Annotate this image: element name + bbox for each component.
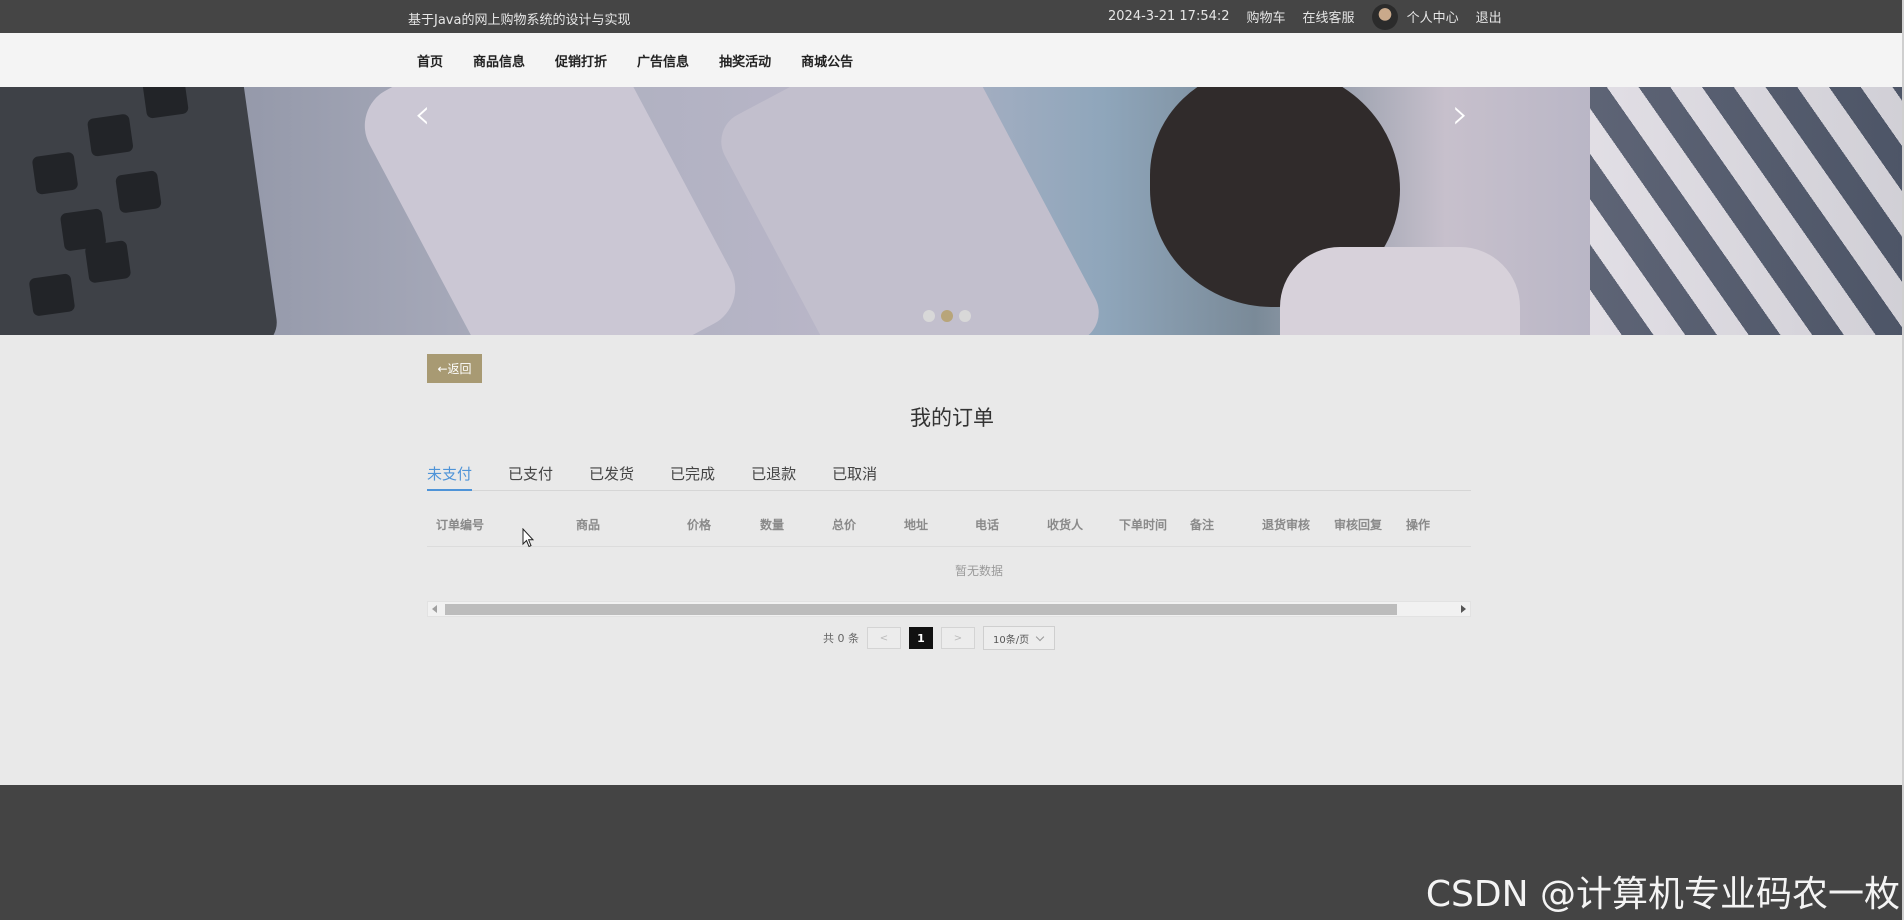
banner-image-notebook: [710, 87, 1110, 335]
scroll-left-icon[interactable]: [432, 605, 437, 613]
tab-unpaid[interactable]: 未支付: [427, 460, 473, 491]
profile-link[interactable]: 个人中心: [1407, 7, 1459, 26]
nav-item-home[interactable]: 首页: [402, 51, 458, 70]
page-title: 我的订单: [910, 406, 994, 430]
empty-text: 暂无数据: [955, 564, 1004, 578]
column-header[interactable]: 订单编号: [436, 516, 484, 533]
tab-paid[interactable]: 已支付: [508, 460, 553, 491]
banner-image-tablet: [350, 87, 750, 335]
page-size-select[interactable]: 10条/页: [983, 626, 1055, 650]
carousel-indicators: [923, 310, 971, 322]
chevron-down-icon: [1035, 632, 1045, 641]
column-header[interactable]: 收货人: [1047, 516, 1083, 533]
nav-item-products[interactable]: 商品信息: [458, 51, 540, 70]
column-header[interactable]: 电话: [975, 516, 999, 533]
logout-link[interactable]: 退出: [1476, 7, 1502, 26]
nav-item-announcements[interactable]: 商城公告: [786, 51, 868, 70]
total-count: 共 0 条: [823, 632, 859, 645]
mouse-cursor-icon: [522, 528, 534, 548]
tab-completed[interactable]: 已完成: [670, 460, 715, 491]
banner-image-laptop: [0, 87, 281, 335]
column-header[interactable]: 下单时间: [1119, 516, 1167, 533]
top-bar: 基于Java的网上购物系统的设计与实现 2024-3-21 17:54:2 购物…: [0, 0, 1904, 33]
nav-item-ads[interactable]: 广告信息: [622, 51, 704, 70]
carousel-next-icon[interactable]: ›: [1452, 93, 1469, 135]
column-header[interactable]: 地址: [904, 516, 928, 533]
tab-refunded[interactable]: 已退款: [751, 460, 796, 491]
customer-service-link[interactable]: 在线客服: [1303, 7, 1355, 26]
carousel-dot[interactable]: [959, 310, 971, 322]
scrollbar-thumb[interactable]: [445, 604, 1397, 615]
main-nav: 首页 商品信息 促销打折 广告信息 抽奖活动 商城公告: [0, 33, 1904, 87]
column-header[interactable]: 价格: [687, 516, 711, 533]
page-number-button[interactable]: 1: [909, 627, 933, 649]
tab-shipped[interactable]: 已发货: [589, 460, 634, 491]
watermark: CSDN @计算机专业码农一枚: [1425, 874, 1900, 915]
carousel-dot[interactable]: [941, 310, 953, 322]
site-title: 基于Java的网上购物系统的设计与实现: [408, 13, 631, 28]
table-header: 订单编号 商品 价格 数量 总价 地址 电话 收货人 下单时间 备注 退货审核 …: [427, 512, 1471, 547]
column-header[interactable]: 审核回复: [1334, 516, 1382, 533]
avatar[interactable]: [1371, 3, 1398, 30]
nav-item-lottery[interactable]: 抽奖活动: [704, 51, 786, 70]
prev-page-button[interactable]: <: [867, 627, 901, 649]
pagination: 共 0 条 < 1 > 10条/页: [823, 626, 1055, 650]
order-status-tabs: 未支付 已支付 已发货 已完成 已退款 已取消: [427, 460, 1471, 491]
carousel-dot[interactable]: [923, 310, 935, 322]
column-header[interactable]: 备注: [1190, 516, 1214, 533]
next-page-button[interactable]: >: [941, 627, 975, 649]
page-size-value: 10条/页: [993, 634, 1030, 646]
table-horizontal-scrollbar[interactable]: [427, 601, 1471, 617]
column-header[interactable]: 操作: [1406, 516, 1430, 533]
carousel-prev-icon[interactable]: ‹: [414, 93, 431, 135]
banner-carousel: ‹ ›: [0, 87, 1902, 335]
column-header[interactable]: 总价: [832, 516, 856, 533]
back-button[interactable]: ←返回: [427, 354, 482, 383]
column-header[interactable]: 退货审核: [1262, 516, 1310, 533]
scroll-right-icon[interactable]: [1461, 605, 1466, 613]
column-header[interactable]: 商品: [576, 516, 600, 533]
orders-table: 订单编号 商品 价格 数量 总价 地址 电话 收货人 下单时间 备注 退货审核 …: [427, 512, 1471, 578]
nav-item-promotions[interactable]: 促销打折: [540, 51, 622, 70]
top-bar-right: 2024-3-21 17:54:2 购物车 在线客服 个人中心 退出: [1108, 0, 1502, 33]
banner-image-pillow: [1590, 87, 1902, 335]
current-datetime: 2024-3-21 17:54:2: [1108, 9, 1230, 24]
cart-link[interactable]: 购物车: [1247, 7, 1286, 26]
tab-cancelled[interactable]: 已取消: [832, 460, 877, 491]
column-header[interactable]: 数量: [760, 516, 784, 533]
